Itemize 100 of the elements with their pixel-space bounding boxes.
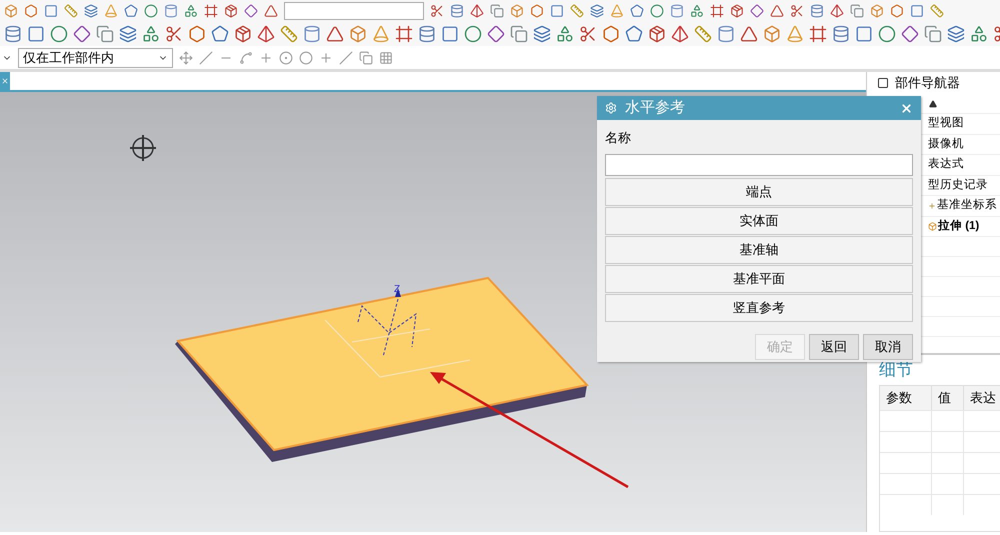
diamond-icon[interactable] xyxy=(901,25,919,43)
triangle-icon[interactable] xyxy=(326,25,344,43)
scissors-icon[interactable] xyxy=(430,4,444,18)
copy-icon[interactable] xyxy=(359,50,373,64)
package-icon[interactable] xyxy=(234,25,252,43)
hexagon-icon[interactable] xyxy=(602,25,620,43)
name-input[interactable] xyxy=(605,154,913,176)
layers-icon[interactable] xyxy=(947,25,965,43)
cone-icon[interactable] xyxy=(610,4,624,18)
cube-icon[interactable] xyxy=(510,4,524,18)
copy-icon[interactable] xyxy=(510,25,528,43)
cone-icon[interactable] xyxy=(104,4,118,18)
circle-icon[interactable] xyxy=(878,25,896,43)
close-icon[interactable] xyxy=(0,72,10,90)
triangle-icon[interactable] xyxy=(740,25,758,43)
close-icon[interactable] xyxy=(900,102,913,114)
shapes-icon[interactable] xyxy=(142,25,160,43)
circle-icon[interactable] xyxy=(299,50,313,64)
circle-icon[interactable] xyxy=(464,25,482,43)
cube-icon[interactable] xyxy=(763,25,781,43)
move-arrows-icon[interactable] xyxy=(179,50,193,64)
package-icon[interactable] xyxy=(224,4,238,18)
frame-icon[interactable] xyxy=(710,4,724,18)
layers-icon[interactable] xyxy=(119,25,137,43)
package-icon[interactable] xyxy=(648,25,666,43)
option-button[interactable]: 基准平面 xyxy=(605,264,913,292)
triangle-icon[interactable] xyxy=(264,4,278,18)
triangle-icon[interactable] xyxy=(770,4,784,18)
pyramid-icon[interactable] xyxy=(257,25,275,43)
cone-icon[interactable] xyxy=(372,25,390,43)
circle-icon[interactable] xyxy=(144,4,158,18)
filter-dropdown[interactable]: 仅在工作部件内 xyxy=(18,48,173,68)
copy-icon[interactable] xyxy=(850,4,864,18)
shapes-icon[interactable] xyxy=(184,4,198,18)
ruler-icon[interactable] xyxy=(930,4,944,18)
database-icon[interactable] xyxy=(810,4,824,18)
hexagon-icon[interactable] xyxy=(530,4,544,18)
layers-icon[interactable] xyxy=(84,4,98,18)
square-icon[interactable] xyxy=(44,4,58,18)
package-icon[interactable] xyxy=(730,4,744,18)
sort-caret-icon[interactable] xyxy=(929,100,937,108)
pyramid-icon[interactable] xyxy=(470,4,484,18)
column-header[interactable]: 表达 xyxy=(964,386,1000,410)
frame-icon[interactable] xyxy=(809,25,827,43)
cube-icon[interactable] xyxy=(4,4,18,18)
cube-icon[interactable] xyxy=(870,4,884,18)
frame-icon[interactable] xyxy=(204,4,218,18)
copy-icon[interactable] xyxy=(490,4,504,18)
shapes-icon[interactable] xyxy=(970,25,988,43)
diamond-icon[interactable] xyxy=(750,4,764,18)
grid-icon[interactable] xyxy=(379,50,393,64)
cone-icon[interactable] xyxy=(786,25,804,43)
slash-icon[interactable] xyxy=(339,50,353,64)
square-icon[interactable] xyxy=(910,4,924,18)
plus-icon[interactable] xyxy=(319,50,333,64)
dialog-button[interactable]: 取消 xyxy=(863,334,913,360)
option-button[interactable]: 端点 xyxy=(605,178,913,206)
spline-icon[interactable] xyxy=(239,50,253,64)
frame-icon[interactable] xyxy=(395,25,413,43)
circle-dot-icon[interactable] xyxy=(279,50,293,64)
hexagon-icon[interactable] xyxy=(188,25,206,43)
scissors-icon[interactable] xyxy=(165,25,183,43)
square-icon[interactable] xyxy=(855,25,873,43)
shapes-icon[interactable] xyxy=(690,4,704,18)
circle-icon[interactable] xyxy=(50,25,68,43)
slash-icon[interactable] xyxy=(199,50,213,64)
layers-icon[interactable] xyxy=(590,4,604,18)
ruler-icon[interactable] xyxy=(570,4,584,18)
square-icon[interactable] xyxy=(550,4,564,18)
database-icon[interactable] xyxy=(4,25,22,43)
cylinder-icon[interactable] xyxy=(717,25,735,43)
database-icon[interactable] xyxy=(450,4,464,18)
ruler-icon[interactable] xyxy=(64,4,78,18)
diamond-icon[interactable] xyxy=(487,25,505,43)
option-button[interactable]: 实体面 xyxy=(605,206,913,234)
cube-icon[interactable] xyxy=(349,25,367,43)
layers-icon[interactable] xyxy=(533,25,551,43)
ruler-icon[interactable] xyxy=(280,25,298,43)
pentagon-icon[interactable] xyxy=(630,4,644,18)
cylinder-icon[interactable] xyxy=(670,4,684,18)
dialog-button[interactable]: 返回 xyxy=(809,334,859,360)
hexagon-icon[interactable] xyxy=(24,4,38,18)
plus-icon[interactable] xyxy=(259,50,273,64)
option-button[interactable]: 竖直参考 xyxy=(605,294,913,322)
database-icon[interactable] xyxy=(832,25,850,43)
square-icon[interactable] xyxy=(441,25,459,43)
option-button[interactable]: 基准轴 xyxy=(605,236,913,264)
pyramid-icon[interactable] xyxy=(830,4,844,18)
checkbox-icon[interactable] xyxy=(877,77,889,89)
database-icon[interactable] xyxy=(418,25,436,43)
circle-icon[interactable] xyxy=(650,4,664,18)
cylinder-icon[interactable] xyxy=(164,4,178,18)
copy-icon[interactable] xyxy=(96,25,114,43)
scissors-icon[interactable] xyxy=(579,25,597,43)
combo-box[interactable] xyxy=(284,2,424,20)
copy-icon[interactable] xyxy=(924,25,942,43)
hexagon-icon[interactable] xyxy=(890,4,904,18)
pentagon-icon[interactable] xyxy=(211,25,229,43)
ruler-icon[interactable] xyxy=(694,25,712,43)
column-header[interactable]: 值 xyxy=(932,386,964,410)
